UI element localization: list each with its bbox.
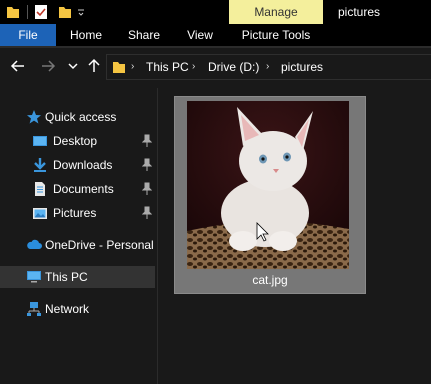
sidebar-item-pictures[interactable]: Pictures [0, 202, 155, 224]
window-title: pictures [338, 5, 381, 19]
sidebar-item-label: Documents [53, 182, 114, 196]
tab-view[interactable]: View [172, 24, 228, 46]
pin-icon[interactable] [142, 182, 152, 196]
sidebar-item-this-pc[interactable]: This PC [0, 266, 155, 288]
toolbar-separator [27, 5, 28, 19]
desktop-icon [33, 136, 47, 146]
address-bar[interactable]: › This PC › Drive (D:) › pictures [106, 54, 431, 80]
new-folder-icon[interactable] [58, 3, 72, 21]
breadcrumb-chevron-icon[interactable]: › [131, 55, 134, 79]
pin-icon[interactable] [142, 134, 152, 148]
sidebar-item-label: Quick access [45, 110, 117, 124]
network-icon [27, 302, 41, 316]
file-name: cat.jpg [252, 273, 288, 287]
document-icon [35, 182, 45, 196]
tab-picture-tools[interactable]: Picture Tools [229, 24, 323, 46]
recent-locations-chevron-icon[interactable] [65, 58, 81, 74]
navigation-pane: Quick access Desktop Downloads Documents [0, 88, 158, 384]
sidebar-item-label: OneDrive - Personal [45, 238, 154, 252]
sidebar-item-label: Desktop [53, 134, 98, 148]
tab-manage[interactable]: Manage [229, 0, 323, 24]
breadcrumb-chevron-icon[interactable]: › [192, 55, 195, 79]
star-icon [27, 110, 41, 124]
sidebar-item-desktop[interactable]: Desktop [0, 130, 155, 152]
sidebar-item-onedrive[interactable]: OneDrive - Personal [0, 234, 155, 256]
up-arrow-icon[interactable] [86, 58, 102, 74]
breadcrumb-pictures[interactable]: pictures [281, 55, 323, 79]
pictures-icon [33, 208, 47, 219]
pin-icon[interactable] [142, 158, 152, 172]
breadcrumb-chevron-icon[interactable]: › [266, 55, 269, 79]
forward-arrow-icon[interactable] [40, 58, 56, 74]
tab-file[interactable]: File [0, 24, 56, 46]
sidebar-item-label: Pictures [53, 206, 97, 220]
sidebar-item-label: This PC [45, 270, 88, 284]
folder-icon [113, 62, 125, 73]
pin-icon[interactable] [142, 206, 152, 220]
folder-icon[interactable] [6, 3, 20, 21]
download-icon [34, 158, 46, 172]
navigation-bar: › This PC › Drive (D:) › pictures [0, 48, 431, 88]
cloud-icon [27, 239, 42, 249]
breadcrumb-this-pc[interactable]: This PC [146, 55, 189, 79]
image-thumbnail [187, 101, 349, 269]
file-tile[interactable]: cat.jpg [174, 96, 366, 294]
title-bar: Manage pictures [0, 0, 431, 24]
file-list[interactable]: cat.jpg [158, 88, 431, 384]
sidebar-item-label: Network [45, 302, 90, 316]
sidebar-item-label: Downloads [53, 158, 113, 172]
breadcrumb-drive-d[interactable]: Drive (D:) [208, 55, 259, 79]
properties-icon[interactable] [34, 3, 48, 21]
customize-toolbar-icon[interactable] [76, 3, 86, 21]
tab-home[interactable]: Home [56, 24, 116, 46]
computer-icon [27, 271, 41, 283]
ribbon-tabs: File Home Share View Picture Tools [0, 24, 431, 46]
back-arrow-icon[interactable] [10, 58, 26, 74]
tab-share[interactable]: Share [116, 24, 172, 46]
sidebar-item-downloads[interactable]: Downloads [0, 154, 155, 176]
sidebar-item-network[interactable]: Network [0, 298, 155, 320]
sidebar-item-documents[interactable]: Documents [0, 178, 155, 200]
sidebar-item-quick-access[interactable]: Quick access [0, 106, 155, 128]
